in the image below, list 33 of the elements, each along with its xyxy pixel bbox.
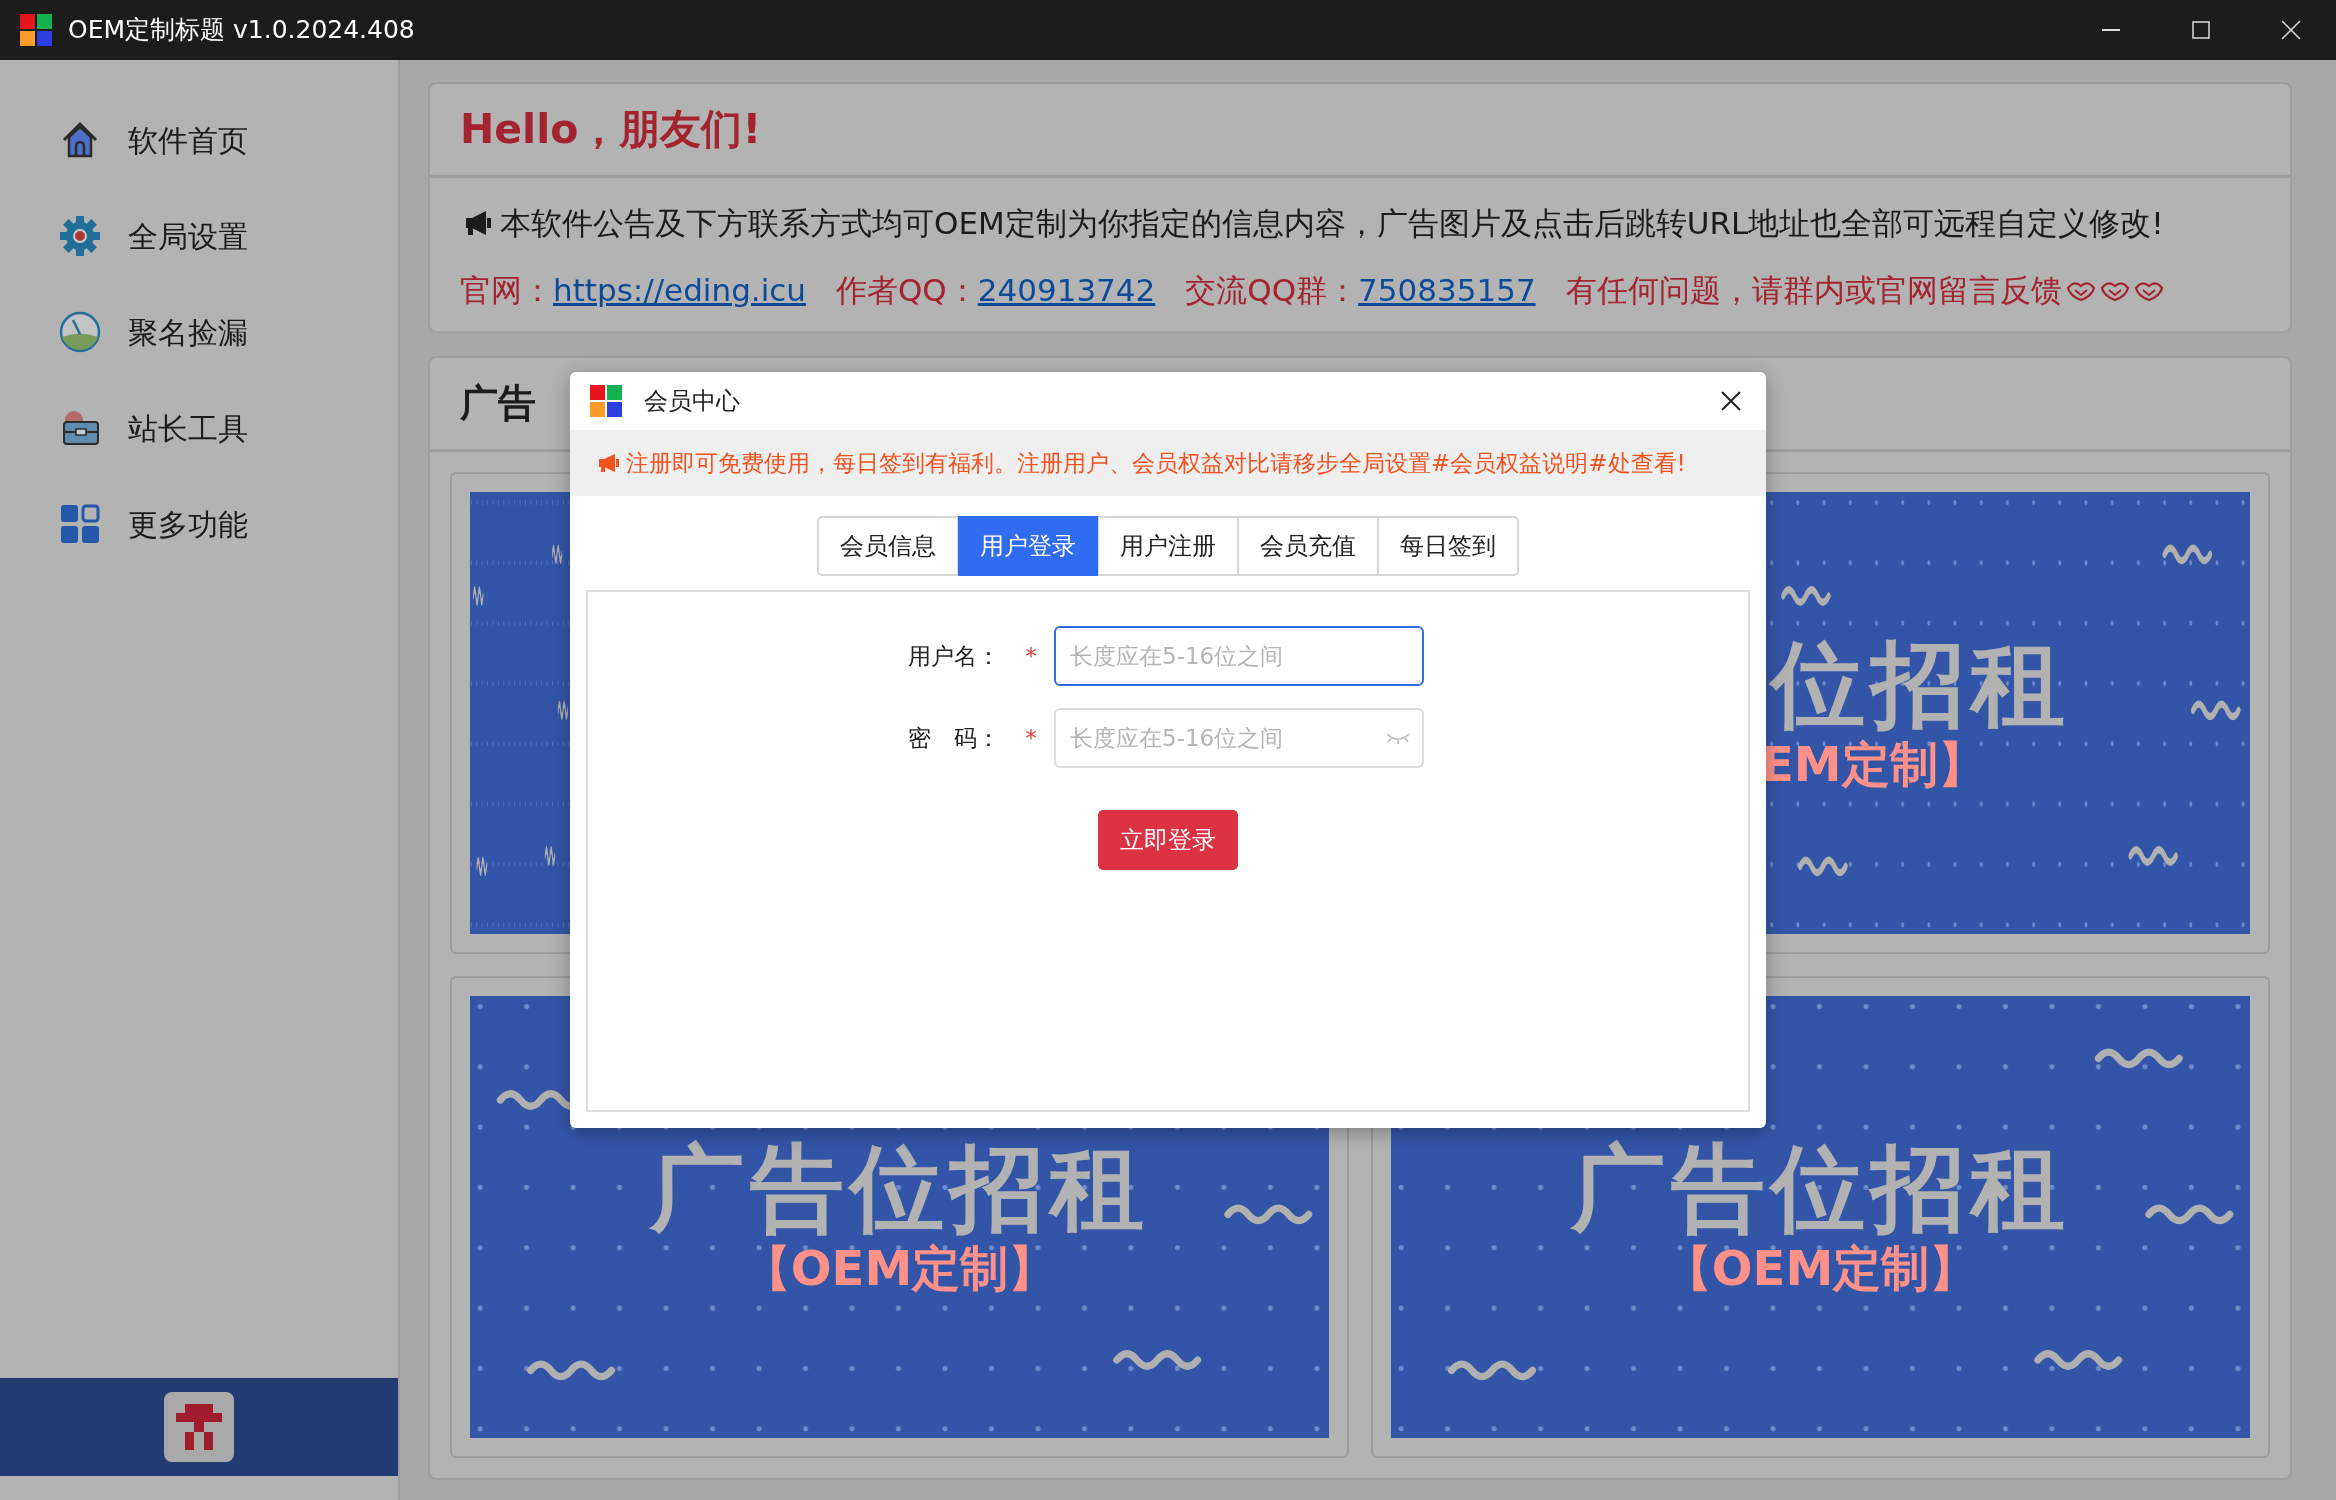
tab[interactable]: 会员信息 (817, 516, 958, 576)
sidebar-item[interactable]: 聚名捡漏 (128, 309, 248, 355)
required-mark: * (1024, 641, 1038, 671)
contact-link[interactable]: 750835157 (1358, 266, 1536, 313)
required-mark: * (1024, 723, 1038, 753)
banner-tag: 【OEM定制】 (1663, 1239, 1978, 1298)
banner-headline: 广告位招租 (649, 1136, 1150, 1240)
sidebar-item[interactable]: 全局设置 (128, 213, 248, 259)
field-label: 用户名： (908, 641, 1001, 671)
tab[interactable]: 会员充值 (1238, 516, 1378, 576)
sidebar-item[interactable]: 站长工具 (128, 405, 248, 451)
contact-label: 作者QQ： (835, 270, 978, 310)
input-field[interactable]: 长度应在5-16位之间 (1054, 626, 1424, 686)
greeting-title: Hello，朋友们! (460, 103, 762, 155)
tab[interactable]: 每日签到 (1378, 516, 1519, 576)
banner-headline: 广告位招租 (1570, 1136, 2071, 1240)
announcement-text: 本软件公告及下方联系方式均可OEM定制为你指定的信息内容，广告图片及点击后跳转URL地址也全部可远程自定义修改! (500, 204, 2164, 243)
banner-tag: 【OEM定制】 (742, 1239, 1057, 1298)
field-label: 密 码： (908, 723, 1001, 753)
tab[interactable]: 用户登录 (958, 516, 1098, 576)
sidebar-item[interactable]: 软件首页 (128, 117, 248, 163)
feedback-text: 有任何问题，请群内或官网留言反馈 (1565, 270, 2062, 310)
notice-text: 注册即可免费使用，每日签到有福利。注册用户、会员权益对比请移步全局设置#会员权益说明#处查看! (626, 448, 1686, 478)
contact-link[interactable]: https://eding.icu (553, 266, 806, 313)
tab[interactable]: 用户注册 (1098, 516, 1238, 576)
login-button[interactable]: 立即登录 (1098, 810, 1238, 870)
sidebar-item[interactable]: 更多功能 (128, 501, 248, 547)
dialog-title: 会员中心 (644, 386, 740, 417)
contact-label: 交流QQ群： (1185, 270, 1359, 310)
contact-label: 官网： (460, 270, 553, 310)
ad-section-title: 广告 (460, 380, 536, 427)
window-title: OEM定制标题 v1.0.2024.408 (68, 14, 415, 47)
contact-link[interactable]: 240913742 (977, 266, 1156, 313)
